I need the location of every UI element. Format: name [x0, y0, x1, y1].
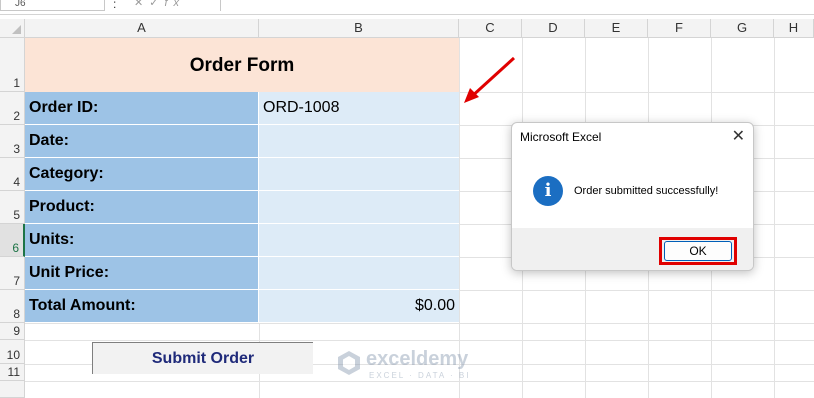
formula-bar-separator: :	[113, 0, 117, 11]
row-number: 10	[6, 348, 20, 362]
column-header-e[interactable]: E	[585, 19, 648, 38]
formula-bar-icons: ✕✓fx	[134, 0, 185, 9]
row-number: 3	[13, 142, 20, 156]
row-header-9[interactable]: 9	[0, 323, 25, 340]
row-header-3[interactable]: 3	[0, 125, 25, 158]
watermark-tagline: EXCEL · DATA · BI	[369, 371, 471, 380]
row-number: 9	[13, 324, 20, 338]
field-value-date[interactable]	[259, 125, 459, 158]
close-icon[interactable]: ✕	[732, 126, 745, 146]
column-header-d[interactable]: D	[522, 19, 585, 38]
fx-icon[interactable]: fx	[164, 0, 185, 9]
form-title[interactable]: Order Form	[25, 38, 459, 92]
row-header-1[interactable]: 1	[0, 38, 25, 92]
grid-line	[25, 323, 814, 324]
row-number: 6	[12, 241, 19, 255]
row-header-10[interactable]: 10	[0, 340, 25, 364]
row-number: 4	[13, 175, 20, 189]
grid-line	[25, 381, 814, 382]
cancel-icon[interactable]: ✕	[134, 0, 149, 9]
field-label-units[interactable]: Units:	[25, 224, 259, 257]
name-box[interactable]: J6	[0, 0, 105, 11]
field-value-unit-price[interactable]	[259, 257, 459, 290]
field-label-product[interactable]: Product:	[25, 191, 259, 224]
row-header-12[interactable]	[0, 381, 25, 398]
row-number: 7	[13, 274, 20, 288]
formula-bar: J6 : ✕✓fx	[0, 0, 814, 15]
select-all-corner[interactable]	[0, 19, 25, 38]
field-value-category[interactable]	[259, 158, 459, 191]
field-label-date[interactable]: Date:	[25, 125, 259, 158]
row-header-2[interactable]: 2	[0, 92, 25, 125]
row-header-5[interactable]: 5	[0, 191, 25, 224]
submit-order-button[interactable]: Submit Order	[92, 342, 313, 374]
exceldemy-watermark: exceldemy EXCEL · DATA · BI	[336, 348, 468, 381]
row-header-6[interactable]: 6	[0, 224, 25, 257]
field-value-order-id[interactable]: ORD-1008	[259, 92, 459, 125]
field-label-unit-price[interactable]: Unit Price:	[25, 257, 259, 290]
annotation-arrow-icon	[464, 56, 516, 103]
column-header-g[interactable]: G	[711, 19, 774, 38]
row-header-7[interactable]: 7	[0, 257, 25, 290]
row-header-4[interactable]: 4	[0, 158, 25, 191]
field-value-product[interactable]	[259, 191, 459, 224]
row-header-8[interactable]: 8	[0, 290, 25, 323]
watermark-name: exceldemy	[366, 348, 469, 370]
dialog-title: Microsoft Excel	[520, 130, 602, 144]
information-icon: i	[533, 176, 563, 206]
row-number: 2	[13, 109, 20, 123]
field-label-order-id[interactable]: Order ID:	[25, 92, 259, 125]
row-header-11[interactable]: 11	[0, 364, 25, 381]
row-number: 1	[13, 76, 20, 90]
row-number: 11	[7, 365, 20, 379]
exceldemy-logo-icon	[338, 351, 360, 375]
enter-icon[interactable]: ✓	[149, 0, 164, 9]
select-all-triangle-icon	[12, 25, 21, 34]
ok-button[interactable]: OK	[664, 241, 732, 261]
dialog-message: Order submitted successfully!	[574, 185, 719, 197]
column-header-f[interactable]: F	[648, 19, 711, 38]
formula-input[interactable]	[220, 0, 814, 11]
row-number: 5	[13, 208, 20, 222]
field-value-total-amount[interactable]: $0.00	[259, 290, 459, 323]
field-value-units[interactable]	[259, 224, 459, 257]
column-header-b[interactable]: B	[259, 19, 459, 38]
row-number: 8	[13, 307, 20, 321]
field-label-category[interactable]: Category:	[25, 158, 259, 191]
field-label-total-amount[interactable]: Total Amount:	[25, 290, 259, 323]
column-header-h[interactable]: H	[774, 19, 814, 38]
grid-line	[25, 340, 814, 341]
column-header-c[interactable]: C	[459, 19, 522, 38]
message-box-dialog: Microsoft Excel ✕ i Order submitted succ…	[511, 122, 754, 271]
column-header-a[interactable]: A	[25, 19, 259, 38]
